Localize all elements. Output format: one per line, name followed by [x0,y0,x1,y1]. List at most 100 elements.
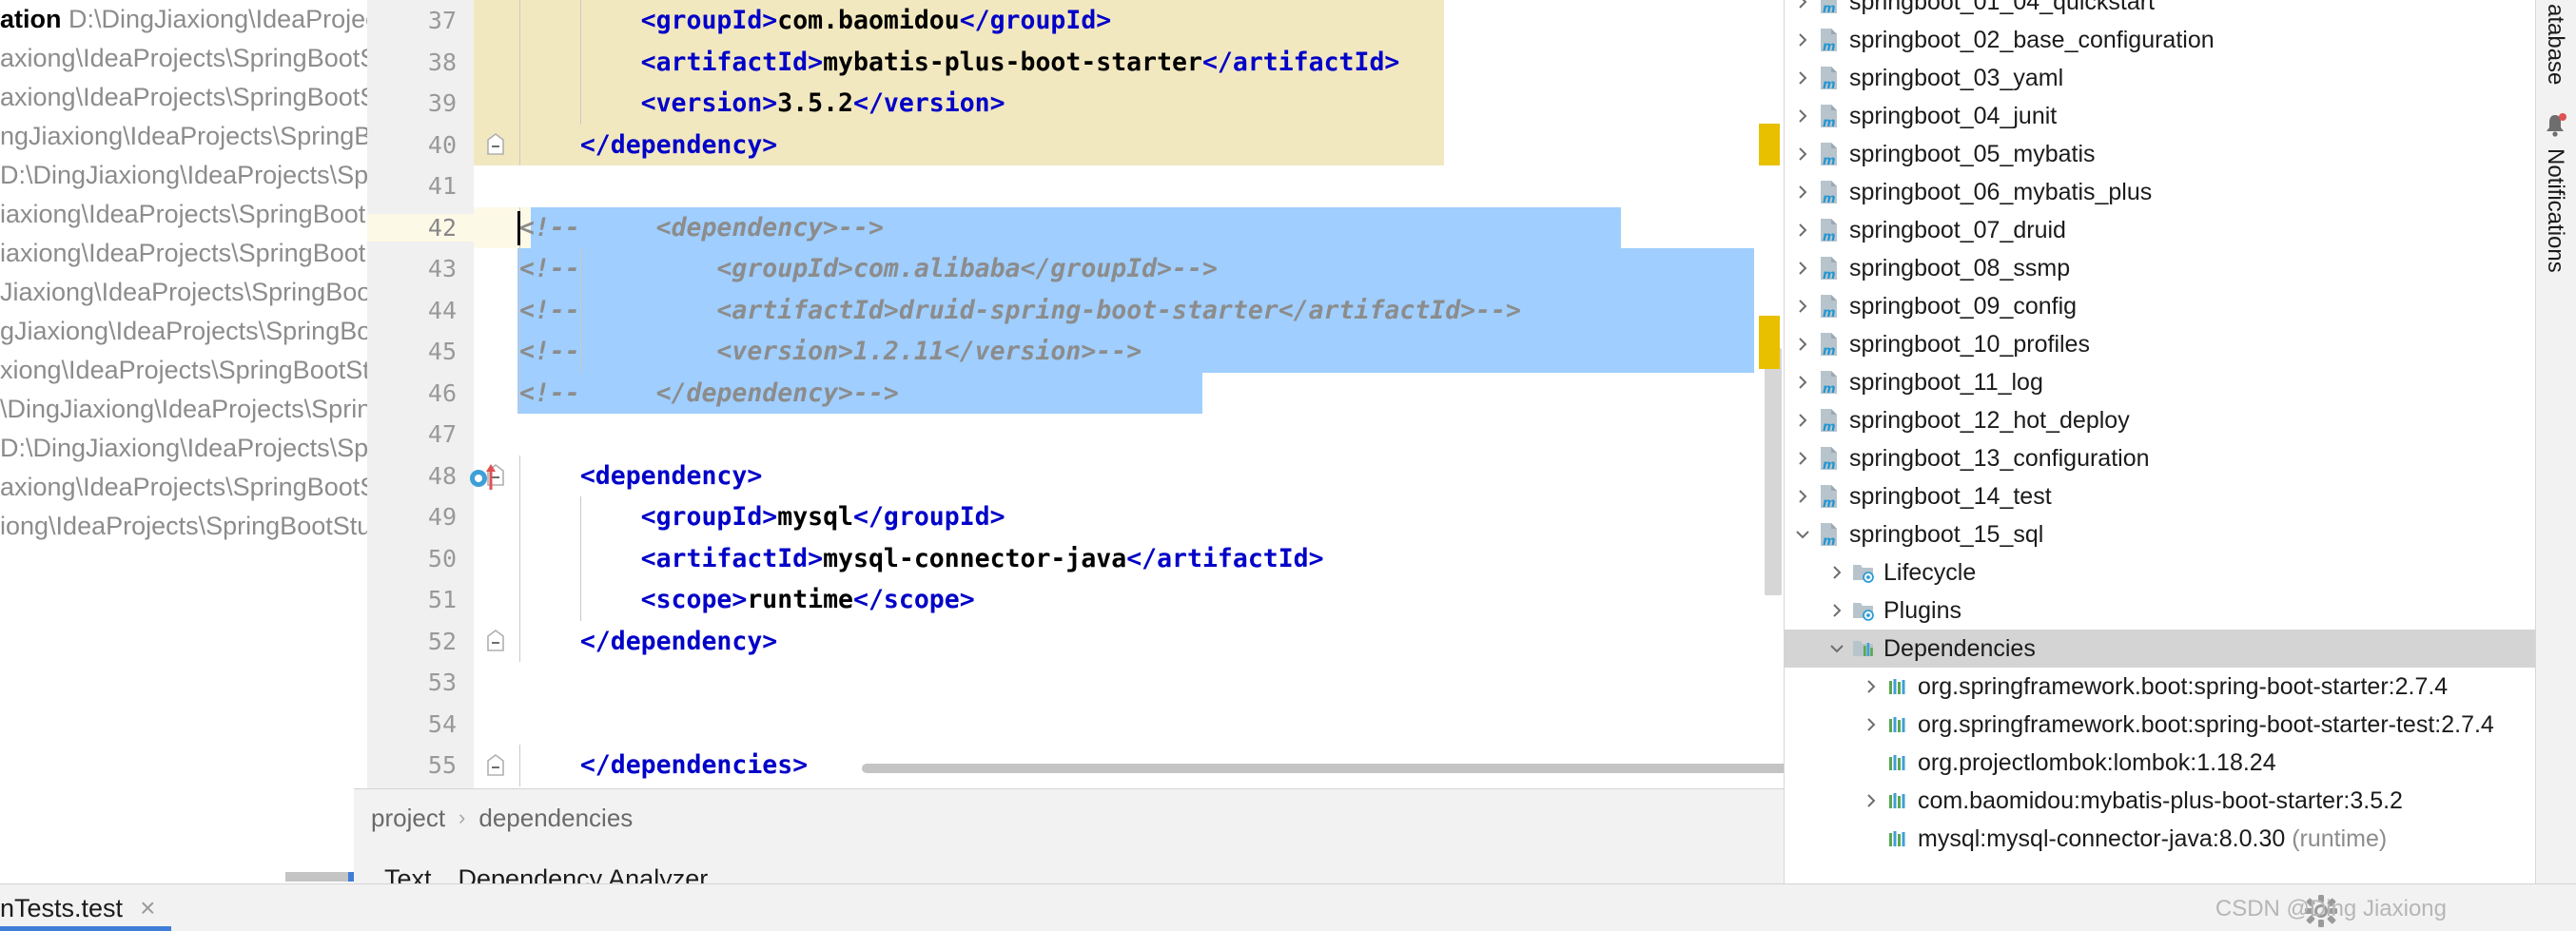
fold-collapse-icon[interactable] [474,629,517,653]
code-line[interactable]: 53 [367,662,1784,704]
tree-item[interactable]: m springboot_06_mybatis_plus [1785,173,2535,211]
code-line[interactable]: 41 [367,165,1784,207]
run-console-pane[interactable]: ation D:\DingJiaxiong\IdeaProjec axiong\I… [0,0,367,788]
code-line[interactable]: 40 </dependency> [367,124,1784,165]
code-line[interactable]: 37 <groupId>com.baomidou</groupId> [367,0,1784,42]
tree-item[interactable]: m springboot_05_mybatis [1785,135,2535,173]
chevron-right-icon[interactable] [1859,716,1883,733]
tree-item[interactable]: m springboot_15_sql [1785,515,2535,553]
tree-item[interactable]: m springboot_08_ssmp [1785,249,2535,287]
code-line-text[interactable]: <artifactId>mysql-connector-java</artifa… [517,544,1784,573]
code-line[interactable]: 54 [367,704,1784,746]
breadcrumb[interactable]: project › dependencies [371,797,633,839]
code-line-text[interactable]: <scope>runtime</scope> [517,585,1784,614]
chevron-down-icon[interactable] [1825,640,1849,657]
tree-item[interactable]: m springboot_13_configuration [1785,439,2535,477]
code-line-text[interactable]: </dependency> [517,130,1784,160]
chevron-right-icon[interactable] [1790,374,1815,391]
code-line[interactable]: 38 <artifactId>mybatis-plus-boot-starter… [367,41,1784,83]
tree-item[interactable]: m springboot_11_log [1785,363,2535,401]
chevron-right-icon[interactable] [1790,222,1815,239]
chevron-right-icon[interactable] [1825,602,1849,619]
notifications-bell-icon[interactable] [2543,112,2567,139]
code-line-text[interactable]: <!-- <dependency>--> [517,213,1784,242]
code-line[interactable]: 52 </dependency> [367,620,1784,662]
tree-item[interactable]: org.projectlombok:lombok:1.18.24 [1785,744,2535,782]
tree-item[interactable]: m springboot_03_yaml [1785,59,2535,97]
chevron-right-icon[interactable] [1859,792,1883,809]
code-line-text[interactable]: <!-- <groupId>com.alibaba</groupId>--> [517,254,1784,283]
tree-item[interactable]: mysql:mysql-connector-java:8.0.30 (runti… [1785,820,2535,858]
chevron-right-icon[interactable] [1790,31,1815,48]
console-horizontal-scrollbar[interactable] [285,872,354,882]
code-line-text[interactable]: <groupId>mysql</groupId> [517,502,1784,532]
chevron-right-icon[interactable] [1825,564,1849,581]
code-line[interactable]: 45 <!-- <version>1.2.11</version>--> [367,331,1784,373]
chevron-right-icon[interactable] [1790,488,1815,505]
code-line-text[interactable]: <version>3.5.2</version> [517,88,1784,118]
maven-tool-window[interactable]: m springboot_01_04_quickstart m springboot_… [1784,0,2535,883]
code-line-text[interactable]: <!-- </dependency>--> [517,378,1784,408]
code-line-text[interactable]: <artifactId>mybatis-plus-boot-starter</a… [517,48,1784,77]
fold-collapse-icon[interactable] [474,132,517,157]
code-line-text[interactable]: <dependency> [517,461,1784,491]
chevron-right-icon[interactable] [1790,260,1815,277]
code-line[interactable]: 50 <artifactId>mysql-connector-java</art… [367,537,1784,579]
tree-item[interactable]: m springboot_01_04_quickstart [1785,0,2535,21]
right-tool-window-strip[interactable]: atabase Notifications [2535,0,2576,883]
tree-item-label: Plugins [1883,596,1961,624]
chevron-right-icon[interactable] [1790,69,1815,87]
tree-item[interactable]: org.springframework.boot:spring-boot-sta… [1785,668,2535,706]
code-line[interactable]: 44 <!-- <artifactId>druid-spring-boot-sta… [367,289,1784,331]
chevron-right-icon[interactable] [1790,145,1815,163]
code-line-text[interactable]: <!-- <version>1.2.11</version>--> [517,337,1784,366]
chevron-right-icon[interactable] [1790,336,1815,353]
code-line[interactable]: 49 <groupId>mysql</groupId> [367,496,1784,538]
tree-item[interactable]: org.springframework.boot:spring-boot-sta… [1785,706,2535,744]
code-line[interactable]: 43 <!-- <groupId>com.alibaba</groupId>--> [367,248,1784,290]
tree-item[interactable]: Lifecycle [1785,553,2535,592]
console-line-path: iong\IdeaProjects\SpringBootStu [0,512,367,540]
maven-project-tree[interactable]: m springboot_01_04_quickstart m springboot_… [1785,0,2535,858]
chevron-right-icon[interactable] [1859,678,1883,695]
editor-code-area[interactable]: 37 <groupId>com.baomidou</groupId> 38 <ar… [367,0,1784,786]
pom-xml-editor[interactable]: 37 <groupId>com.baomidou</groupId> 38 <ar… [367,0,1784,788]
code-line-text[interactable]: <!-- <artifactId>druid-spring-boot-start… [517,296,1784,325]
chevron-down-icon[interactable] [1790,526,1815,543]
chevron-right-icon[interactable] [1790,298,1815,315]
tree-item[interactable]: m springboot_02_base_configuration [1785,21,2535,59]
code-line[interactable]: 47 [367,414,1784,456]
tree-item[interactable]: m springboot_07_druid [1785,211,2535,249]
tree-item[interactable]: m springboot_10_profiles [1785,325,2535,363]
chevron-right-icon[interactable] [1790,0,1815,10]
code-line[interactable]: 46 <!-- </dependency>--> [367,372,1784,414]
chevron-right-icon[interactable] [1790,107,1815,125]
tree-item[interactable]: m springboot_14_test [1785,477,2535,515]
chevron-right-icon[interactable] [1790,450,1815,467]
console-line-path: iaxiong\IdeaProjects\SpringBoot [0,200,366,228]
tree-item[interactable]: m springboot_04_junit [1785,97,2535,135]
tree-item[interactable]: com.baomidou:mybatis-plus-boot-starter:3… [1785,782,2535,820]
close-icon[interactable]: × [140,893,155,923]
tree-item[interactable]: m springboot_12_hot_deploy [1785,401,2535,439]
breadcrumb-item-project[interactable]: project [371,804,445,833]
code-line[interactable]: 51 <scope>runtime</scope> [367,579,1784,621]
code-line[interactable]: 39 <version>3.5.2</version> [367,83,1784,125]
code-line-text[interactable]: <groupId>com.baomidou</groupId> [517,6,1784,35]
code-line-text[interactable]: </dependencies> [517,750,1784,780]
run-tab[interactable]: nTests.test × [0,884,168,931]
run-dependency-marker-icon[interactable] [468,461,506,496]
code-line[interactable]: 48 <dependency> [367,455,1784,496]
code-line[interactable]: 42 <!-- <dependency>--> [367,206,1784,248]
tree-item[interactable]: Plugins [1785,592,2535,630]
breadcrumb-item-dependencies[interactable]: dependencies [478,804,633,833]
fold-collapse-icon[interactable] [474,753,517,778]
tree-item[interactable]: Dependencies [1785,630,2535,668]
sidebar-item-database[interactable]: atabase [2542,4,2568,85]
sidebar-item-notifications[interactable]: Notifications [2542,148,2568,273]
chevron-right-icon[interactable] [1790,412,1815,429]
chevron-right-icon[interactable] [1790,184,1815,201]
tree-item[interactable]: m springboot_09_config [1785,287,2535,325]
code-line[interactable]: 55 </dependencies> [367,745,1784,786]
code-line-text[interactable]: </dependency> [517,627,1784,656]
